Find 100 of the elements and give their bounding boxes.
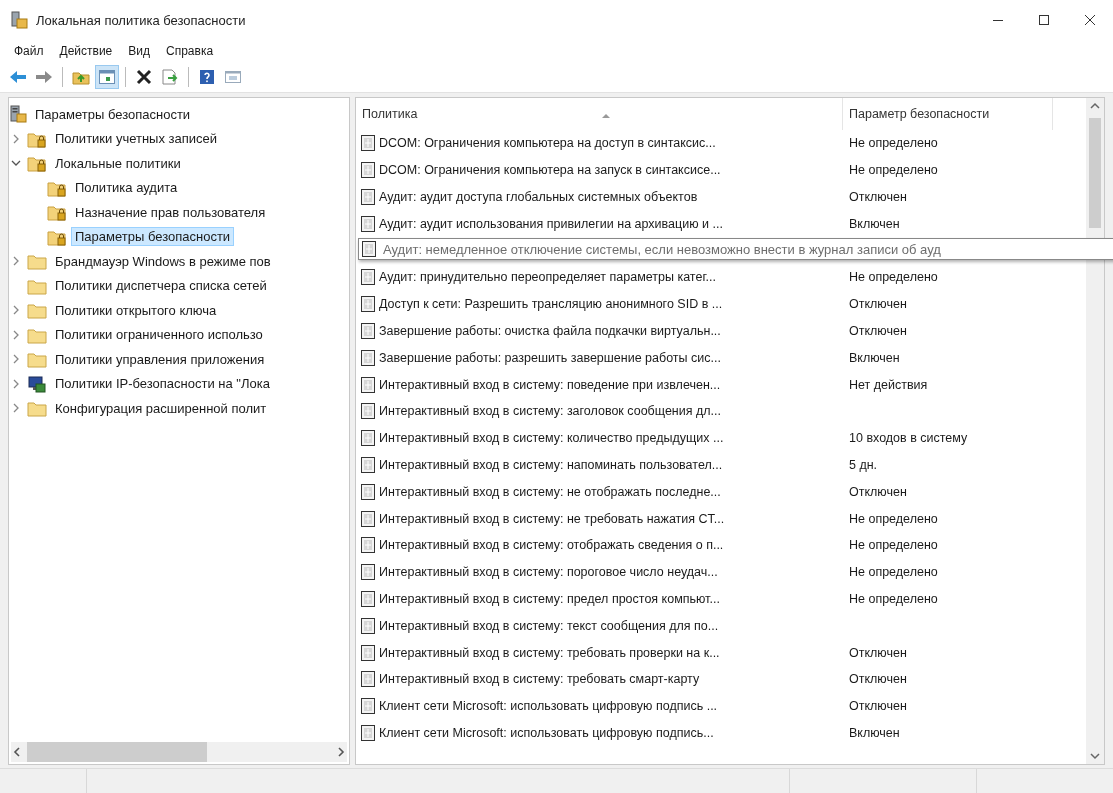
document-icon <box>360 348 376 367</box>
document-icon <box>360 723 376 742</box>
table-cell-text: Не определено <box>848 163 938 178</box>
chevron-right-icon[interactable] <box>11 378 21 389</box>
document-icon <box>360 509 376 528</box>
chevron-right-icon[interactable] <box>335 746 347 758</box>
table-cell-text: Не определено <box>848 565 938 580</box>
menu-item[interactable]: Справка <box>158 42 222 60</box>
tree-item[interactable]: Политики ограниченного использо <box>51 325 267 345</box>
table-cell-text: Нет действия <box>848 377 928 392</box>
table-cell: Доступ к сети: Разрешить трансляцию анонимного SID в ... <box>379 297 723 312</box>
document-icon <box>360 161 376 180</box>
document-icon <box>360 402 376 421</box>
table-cell: Клиент сети Microsoft: использовать цифровую подпись... <box>379 725 714 740</box>
folder-up-icon <box>72 69 90 85</box>
tree-button[interactable] <box>95 65 119 89</box>
app-icon <box>10 11 28 29</box>
monitor-icon <box>27 374 47 393</box>
tree-item[interactable]: Локальные политики <box>51 153 185 173</box>
tree-item[interactable]: Политики управления приложения <box>51 349 269 369</box>
document-icon <box>360 455 376 474</box>
table-cell: Интерактивный вход в систему: не отображать последне... <box>379 484 721 499</box>
maximize-icon <box>1038 14 1050 26</box>
table-cell: Аудит: принудительно переопределяет параметры катег... <box>379 270 716 285</box>
folder-icon <box>27 399 47 418</box>
table-cell: Интерактивный вход в систему: поведение при извлечен... <box>379 377 721 392</box>
folder-icon <box>27 252 47 271</box>
tooltip-text: Аудит: немедленное отключение системы, если невозможно внести в журнал записи об ауд <box>383 241 941 257</box>
document-icon <box>360 188 376 206</box>
table-cell: Интерактивный вход в систему: отображать сведения о п... <box>379 538 724 553</box>
table-cell: Интерактивный вход в систему: требовать смарт-карту <box>379 672 700 687</box>
arrow-right-icon <box>35 69 53 85</box>
table-cell-text: Не определено <box>848 270 938 285</box>
table-cell: Интерактивный вход в систему: не требовать нажатия CT... <box>379 511 725 526</box>
document-icon <box>360 616 376 635</box>
document-icon <box>360 134 376 153</box>
table-cell-text: Включен <box>848 725 900 740</box>
document-icon <box>360 214 376 233</box>
menu-item[interactable]: Вид <box>120 42 158 60</box>
tree-item[interactable]: Конфигурация расширенной полит <box>51 398 271 418</box>
table-cell-text: Отключен <box>848 645 907 660</box>
document-icon <box>360 375 376 394</box>
table-cell: DCOM: Ограничения компьютера на запуск в синтаксисе... <box>379 163 721 178</box>
folder-icon <box>47 203 67 222</box>
folder-icon <box>27 350 47 369</box>
menu-item[interactable]: Файл <box>6 42 52 60</box>
export-icon <box>161 69 179 85</box>
table-cell-text: Не определено <box>848 591 938 606</box>
table-cell-text: Не определено <box>848 511 938 526</box>
table-cell: Интерактивный вход в систему: требовать проверки на к... <box>379 645 720 660</box>
tree-item[interactable]: Брандмауэр Windows в режиме пов <box>51 251 275 271</box>
table-cell: Аудит: аудит доступа глобальных системных объектов <box>379 190 698 204</box>
window-pane-icon <box>98 69 116 85</box>
table-cell-text: Включен <box>848 216 900 231</box>
horizontal-scrollbar[interactable] <box>11 742 347 762</box>
document-icon <box>360 321 376 340</box>
table-cell-text: Не определено <box>848 538 938 553</box>
chevron-right-icon[interactable] <box>11 403 21 414</box>
table-cell: Клиент сети Microsoft: использовать цифровую подпись ... <box>379 699 718 714</box>
table-cell-text: Отключен <box>848 323 907 338</box>
chevron-right-icon[interactable] <box>11 133 21 144</box>
chevron-right-icon[interactable] <box>11 305 21 316</box>
folder-icon <box>27 301 47 320</box>
table-cell-text: Отключен <box>848 297 907 312</box>
table-cell-text: Отключен <box>848 699 907 714</box>
tree-item[interactable]: Политики учетных записей <box>51 129 222 149</box>
document-icon <box>360 268 376 287</box>
tree-item[interactable]: Назначение прав пользователя <box>71 202 270 222</box>
chevron-right-icon[interactable] <box>11 329 21 340</box>
chevron-left-icon[interactable] <box>11 746 23 758</box>
properties-icon <box>224 69 242 85</box>
document-icon <box>360 536 376 555</box>
arrow-left-icon <box>9 69 27 85</box>
tree-item[interactable]: Политика аудита <box>71 178 182 198</box>
table-cell: DCOM: Ограничения компьютера на доступ в синтаксис... <box>379 136 716 151</box>
chevron-right-icon[interactable] <box>11 354 21 365</box>
column-header[interactable]: Параметр безопасности <box>843 98 1053 130</box>
table-cell: Аудит: аудит использования привилегии на архивацию и ... <box>379 216 723 231</box>
tree-item[interactable]: Политики открытого ключа <box>51 300 221 320</box>
document-icon <box>360 482 376 501</box>
table-cell: Интерактивный вход в систему: текст сообщения для по... <box>379 618 719 633</box>
table-cell: Интерактивный вход в систему: напоминать пользовател... <box>379 457 723 472</box>
table-cell-text: Включен <box>848 350 900 365</box>
table-cell-text: Не определено <box>848 136 938 151</box>
table-cell-text: Отключен <box>848 484 907 499</box>
table-cell: Интерактивный вход в систему: количество предыдущих ... <box>379 431 724 446</box>
chevron-right-icon[interactable] <box>11 256 21 267</box>
vertical-scrollbar[interactable] <box>1086 98 1104 764</box>
scroll-thumb[interactable] <box>1089 118 1101 228</box>
close-icon <box>1084 14 1096 26</box>
window-title: Локальная политика безопасности <box>36 12 247 28</box>
menu-item[interactable]: Действие <box>51 42 121 60</box>
scroll-thumb[interactable] <box>27 742 207 762</box>
tree-item[interactable]: Политики IP-безопасности на "Лока <box>51 374 274 394</box>
table-cell: Интерактивный вход в систему: пороговое число неудач... <box>379 565 718 580</box>
table-cell-text: Отключен <box>848 672 907 687</box>
tree-item[interactable]: Политики диспетчера списка сетей <box>51 276 271 296</box>
tree-item[interactable]: Параметры безопасности <box>71 227 235 247</box>
tree-item[interactable]: Параметры безопасности <box>31 104 195 124</box>
help-icon <box>198 69 216 85</box>
